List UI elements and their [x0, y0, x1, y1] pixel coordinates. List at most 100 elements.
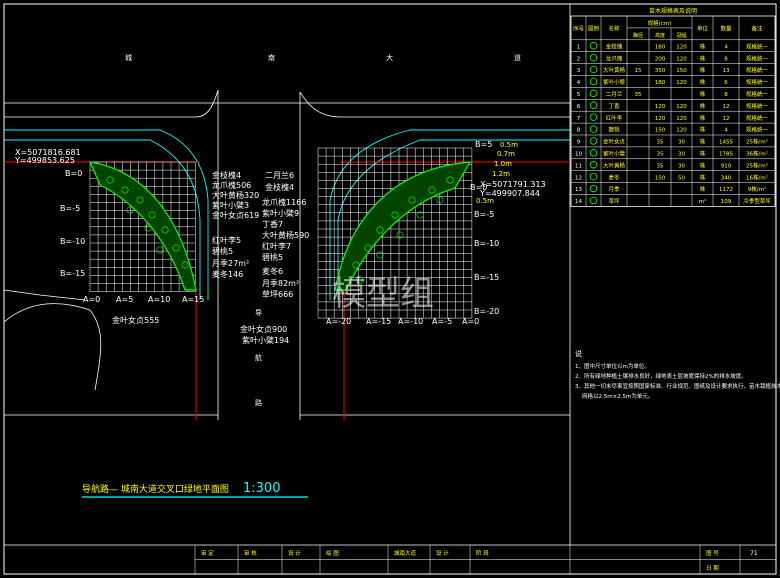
width-label: 0.7m	[497, 150, 515, 158]
table-cell: 150	[676, 68, 687, 74]
left-b-label: B=0	[65, 169, 82, 178]
road-name-char: 道	[514, 53, 521, 62]
table-cell: 16株/m²	[746, 173, 768, 181]
plant-schedule-table: 苗木规格表及说明序号 图例 名称 规格(cm) 单位 数量 备注胸径 高度 冠幅 1 金枝槐 180 1…	[570, 7, 776, 207]
table-cell: 3	[577, 68, 581, 74]
right-planting-bed	[334, 161, 472, 291]
road-name-char: 航	[255, 353, 262, 362]
plant-callout: 金枝槐4	[265, 182, 294, 192]
right-b-label: B=5	[475, 140, 492, 149]
table-cell: 150	[655, 175, 666, 181]
table-cell: 金叶女贞	[603, 138, 626, 146]
width-label: 1.0m	[494, 160, 512, 168]
table-cell: 大叶黄杨	[603, 66, 626, 74]
sheet-number: 71	[750, 550, 758, 557]
road-name: 城 南 大 道 导 航 路	[125, 53, 521, 407]
plant-callout: 龙爪槐1166	[262, 197, 306, 207]
shrub-symbol	[156, 246, 164, 254]
table-cell: 120	[655, 104, 666, 110]
left-coord-y: Y=499853.625	[14, 156, 75, 165]
table-cell: 4	[724, 44, 728, 50]
table-cell: 株	[700, 42, 706, 50]
table-cell: 340	[721, 175, 732, 181]
table-cell: 麦冬	[608, 173, 620, 181]
table-cell: 碧桃	[608, 126, 620, 134]
table-cell: 金枝槐	[606, 42, 623, 50]
table-subheader-cell: 高度	[655, 32, 665, 39]
road-name-char: 城	[125, 54, 132, 62]
table-cell: 180	[655, 44, 666, 50]
left-b-label: B=-10	[60, 237, 85, 246]
table-cell: 15	[635, 68, 642, 74]
plant-callout: 红叶李7	[262, 241, 291, 251]
title-block-cell: 绘 图	[326, 549, 339, 557]
plant-callout: 金叶女贞619	[212, 210, 259, 220]
table-cell: 草坪	[608, 197, 620, 205]
table-cell: 二月兰	[606, 90, 623, 98]
table-cell: 1	[577, 44, 581, 50]
legend-symbol	[589, 89, 598, 98]
note-line: 网格以2.5m×2.5m为单元。	[582, 392, 653, 400]
table-cell: 株	[700, 90, 706, 98]
table-cell: 180	[655, 80, 666, 86]
table-cell: 规格统一	[746, 42, 769, 50]
plant-callout: 碧桃5	[212, 246, 233, 256]
table-header-cell: 名称	[608, 24, 620, 32]
table-cell: 12	[575, 175, 582, 181]
table-cell: 月季	[608, 185, 620, 193]
table-cell: 紫叶小檗	[603, 149, 626, 157]
title-block-cell: 阶 段	[476, 549, 489, 557]
table-cell: 8	[724, 92, 728, 98]
plant-callout: 大叶黄杨590	[262, 230, 309, 240]
table-cell: 株	[700, 114, 706, 122]
table-cell: 50	[678, 175, 685, 181]
plant-callout: 碧桃5	[262, 252, 283, 262]
table-cell: 规格统一	[746, 66, 769, 74]
title-block-cell: 城南大道	[394, 549, 417, 557]
table-cell: 规格统一	[746, 54, 769, 62]
right-a-label: A=-5	[432, 317, 452, 326]
table-cell: 株	[700, 173, 706, 181]
table-cell: 35	[635, 92, 642, 98]
table-cell: 规格统一	[746, 102, 769, 110]
table-cell: 12	[723, 116, 730, 122]
road-name-char: 南	[268, 53, 275, 62]
legend-symbol	[589, 113, 598, 121]
right-dim-label: 紫叶小檗194	[242, 335, 289, 345]
table-cell: 910	[721, 163, 732, 169]
plant-callout: 紫叶小檗9	[262, 208, 299, 218]
notes: 1、图中尺寸单位以m为单位。 2、所有绿地种植土壤排水良好，绿地表土层坡度保持2…	[575, 362, 780, 400]
table-cell: 8	[724, 56, 728, 62]
shrub-symbol	[144, 224, 152, 232]
table-cell: 200	[655, 56, 666, 62]
table-cell: 规格统一	[746, 90, 769, 98]
right-dim-label: 金叶女贞900	[240, 324, 287, 334]
legend-symbol	[589, 196, 598, 205]
right-plant-callouts: 二月兰6 金枝槐4 龙爪槐1166 紫叶小檗9 丁香7 大叶黄杨590 红叶李7…	[262, 170, 309, 299]
table-cell: 9	[577, 140, 581, 146]
table-cell: 株	[700, 78, 706, 86]
table-cell: 4	[577, 80, 581, 86]
table-cell: 350	[655, 68, 666, 74]
plant-callout: 麦冬6	[262, 266, 283, 276]
left-dim-label: 金叶女贞555	[112, 315, 159, 325]
plant-callout: 丁香7	[262, 219, 283, 229]
table-cell: 株	[700, 66, 706, 74]
left-planting-bed	[89, 161, 197, 291]
table-header-cell: 规格(cm)	[648, 19, 672, 27]
table-header-cell: 单位	[697, 24, 709, 32]
table-cell: 120	[676, 104, 687, 110]
plant-callout: 月季27m²	[212, 258, 249, 268]
table-cell: 1785	[719, 151, 733, 157]
table-cell: 25株/m²	[746, 161, 768, 169]
table-cell: 10	[575, 151, 582, 157]
table-cell: 株	[700, 54, 706, 62]
legend-symbol	[589, 53, 598, 62]
right-a-label: A=0	[462, 317, 479, 326]
table-cell: 36株/m²	[746, 149, 768, 157]
table-cell: 2	[577, 56, 581, 62]
plant-callout: 龙爪槐506	[212, 180, 251, 190]
title-block-cell: 设 计	[288, 549, 301, 557]
left-a-label: A=10	[148, 295, 170, 304]
plant-callout: 红叶李5	[212, 235, 241, 245]
